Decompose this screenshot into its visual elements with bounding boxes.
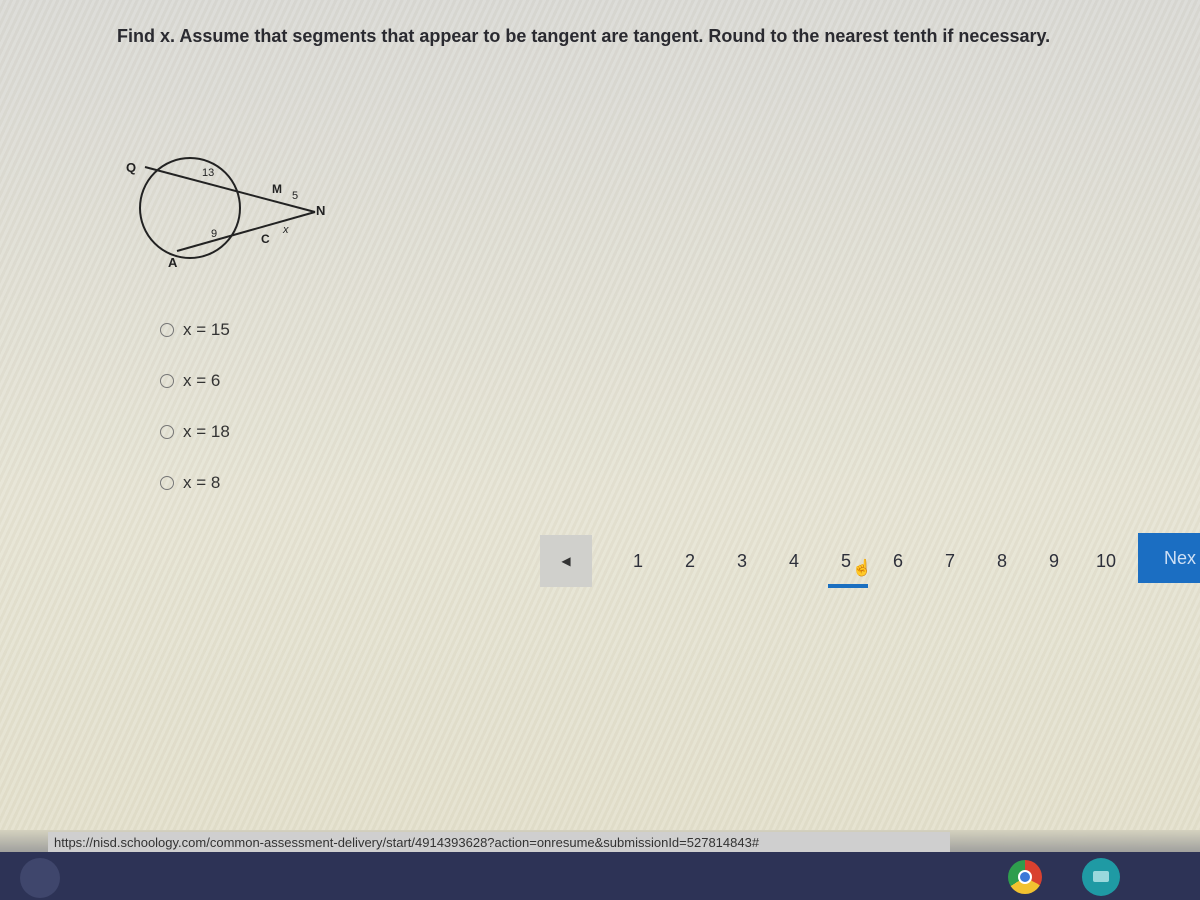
label-M: M xyxy=(272,182,282,196)
label-Q: Q xyxy=(126,160,136,175)
circle-diagram: Q 13 M 5 N 9 C x A xyxy=(120,140,340,280)
page-1[interactable]: 1 xyxy=(612,538,664,584)
page-6[interactable]: 6 xyxy=(872,538,924,584)
label-C: C xyxy=(261,232,270,246)
label-5: 5 xyxy=(292,190,298,202)
left-triangle-icon: ◀ xyxy=(561,554,571,568)
radio-button[interactable] xyxy=(160,476,174,490)
diagram-svg: Q 13 M 5 N 9 C x A xyxy=(126,157,325,270)
option-label: x = 15 xyxy=(183,320,230,339)
question-pagination: ◀ 1 2 3 4 5 6 7 8 9 10 xyxy=(540,535,1132,588)
label-A: A xyxy=(168,255,178,270)
hand-pointer-icon: ☝ xyxy=(852,560,872,577)
launcher-icon[interactable] xyxy=(20,858,60,898)
radio-button[interactable] xyxy=(160,425,174,439)
radio-button[interactable] xyxy=(160,374,174,388)
secant-AN xyxy=(176,211,316,252)
page-2[interactable]: 2 xyxy=(664,538,716,584)
chrome-icon[interactable] xyxy=(1008,860,1042,894)
label-9: 9 xyxy=(211,228,217,240)
answer-option[interactable]: x = 15 xyxy=(160,320,230,340)
previous-button[interactable]: ◀ xyxy=(540,535,592,587)
answer-options: x = 15 x = 6 x = 18 x = 8 xyxy=(160,320,230,524)
answer-option[interactable]: x = 6 xyxy=(160,371,230,391)
page-3[interactable]: 3 xyxy=(716,538,768,584)
circle xyxy=(139,157,241,259)
page-8[interactable]: 8 xyxy=(976,538,1028,584)
option-label: x = 8 xyxy=(183,473,221,492)
video-meet-icon[interactable] xyxy=(1082,858,1120,896)
question-prompt: Find x. Assume that segments that appear… xyxy=(117,26,1051,46)
page-10[interactable]: 10 xyxy=(1080,538,1132,584)
page-9[interactable]: 9 xyxy=(1028,538,1080,584)
page-4[interactable]: 4 xyxy=(768,538,820,584)
assessment-page: Find x. Assume that segments that appear… xyxy=(0,0,1200,830)
option-label: x = 18 xyxy=(183,422,230,441)
option-label: x = 6 xyxy=(183,371,221,390)
radio-button[interactable] xyxy=(160,323,174,337)
link-status-bar: https://nisd.schoology.com/common-assess… xyxy=(48,832,950,854)
label-N: N xyxy=(316,203,325,218)
secant-QN xyxy=(144,166,316,213)
label-13: 13 xyxy=(202,167,214,179)
answer-option[interactable]: x = 8 xyxy=(160,473,230,493)
page-7[interactable]: 7 xyxy=(924,538,976,584)
label-x: x xyxy=(282,224,289,236)
answer-option[interactable]: x = 18 xyxy=(160,422,230,442)
next-button[interactable]: Nex xyxy=(1138,533,1200,583)
